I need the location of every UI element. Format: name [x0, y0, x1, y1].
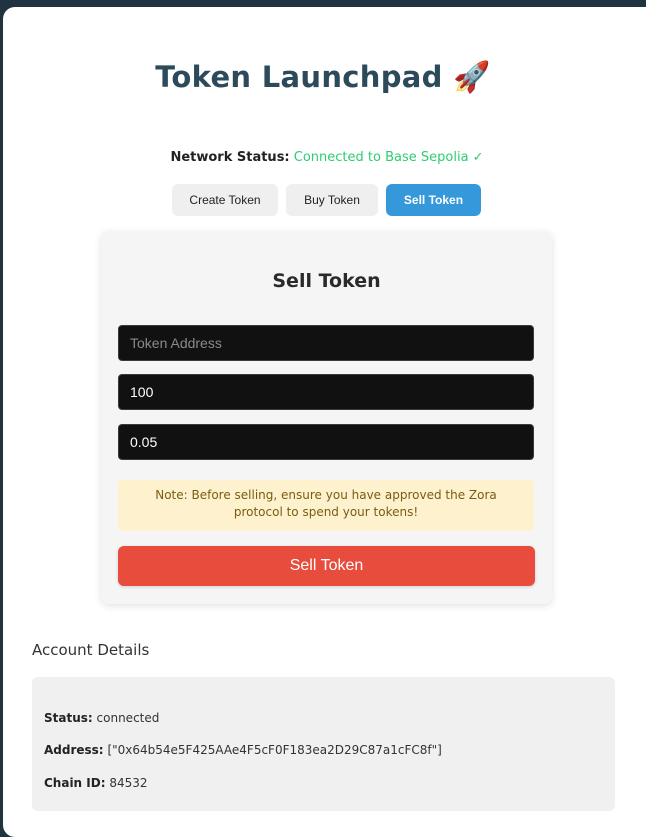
account-chain-label: Chain ID:: [44, 776, 106, 790]
account-status-label: Status:: [44, 711, 93, 725]
network-status: Network Status: Connected to Base Sepoli…: [0, 150, 646, 165]
network-status-label: Network Status:: [170, 150, 290, 165]
sell-token-button[interactable]: Sell Token: [118, 546, 535, 586]
sell-amount-input[interactable]: [118, 374, 534, 410]
account-status-value: connected: [96, 711, 160, 725]
tab-sell-token[interactable]: Sell Token: [386, 184, 481, 216]
account-status-row: Status: connected: [44, 711, 159, 725]
approval-note: Note: Before selling, ensure you have ap…: [118, 480, 534, 531]
rocket-icon: 🚀: [453, 60, 491, 95]
account-details-heading: Account Details: [32, 641, 150, 659]
token-address-input[interactable]: [118, 325, 534, 361]
tab-buy-token[interactable]: Buy Token: [286, 184, 378, 216]
network-status-value: Connected to Base Sepolia ✓: [293, 150, 484, 165]
account-address-label: Address:: [44, 743, 104, 757]
sell-token-card: Sell Token Note: Before selling, ensure …: [101, 231, 552, 604]
min-eth-input[interactable]: [118, 424, 534, 460]
page-title-text: Token Launchpad: [155, 60, 443, 94]
page-title: Token Launchpad 🚀: [0, 60, 646, 95]
account-chain-value: 84532: [109, 776, 148, 790]
account-details-box: Status: connected Address: ["0x64b54e5F4…: [32, 677, 615, 811]
account-address-value: ["0x64b54e5F425AAe4F5cF0F183ea2D29C87a1c…: [107, 743, 442, 757]
sell-token-heading: Sell Token: [272, 270, 381, 292]
account-chain-row: Chain ID: 84532: [44, 776, 148, 790]
tab-create-token[interactable]: Create Token: [172, 184, 278, 216]
account-address-row: Address: ["0x64b54e5F425AAe4F5cF0F183ea2…: [44, 743, 442, 757]
